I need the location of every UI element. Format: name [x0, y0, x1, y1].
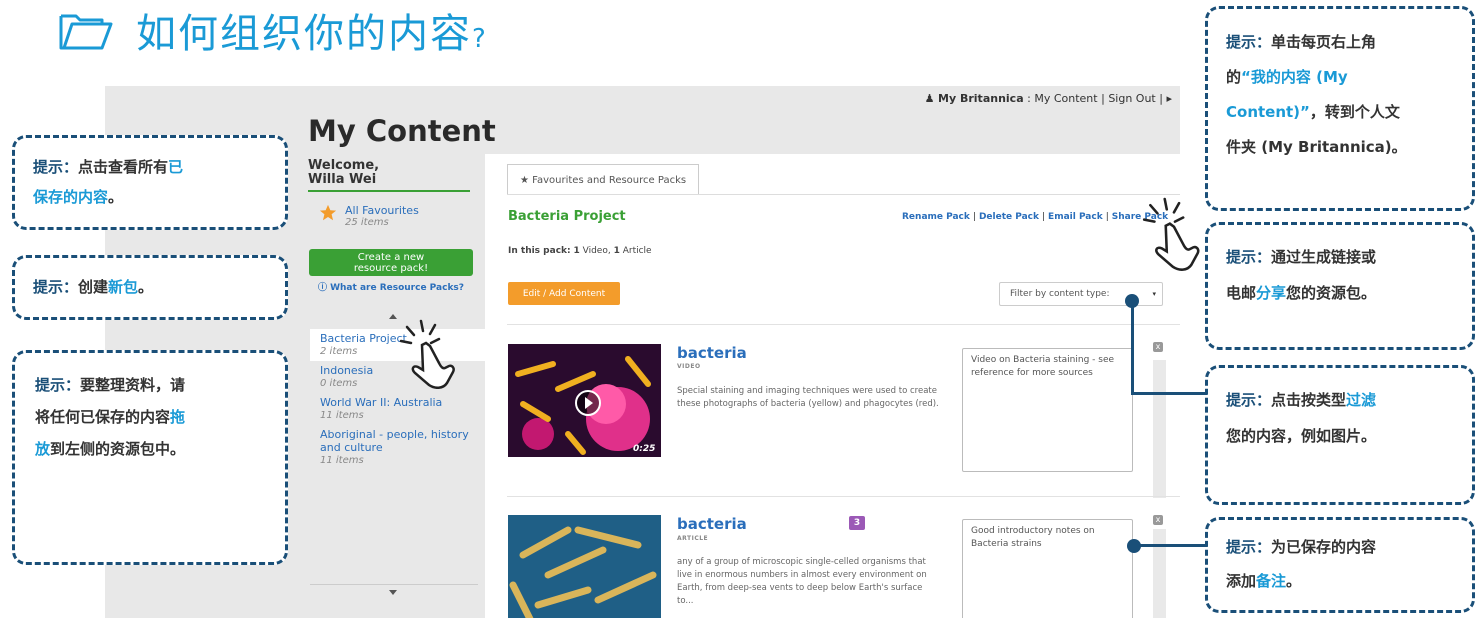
item-type-video: VIDEO: [677, 363, 701, 370]
rename-pack-link[interactable]: Rename Pack: [902, 212, 970, 222]
item-count-badge: 3: [849, 516, 865, 530]
close-icon[interactable]: x: [1153, 342, 1163, 352]
divider: [507, 496, 1180, 497]
callout-filter: 提示：点击按类型过滤 您的内容，例如图片。: [1205, 365, 1475, 505]
folder-icon: [59, 14, 113, 50]
note-field-article[interactable]: Good introductory notes on Bacteria stra…: [962, 519, 1133, 618]
note-scrollbar[interactable]: [1153, 529, 1166, 618]
callout-saved-content: 提示：点击查看所有已 保存的内容。: [12, 135, 288, 230]
my-britannica-link[interactable]: My Britannica: [938, 92, 1024, 105]
item-title-article[interactable]: bacteria: [677, 515, 747, 533]
video-duration: 0:25: [633, 444, 656, 454]
item-description-video: Special staining and imaging techniques …: [677, 386, 939, 409]
item-description-article: any of a group of microscopic single-cel…: [677, 557, 927, 606]
callout-drag-drop: 提示：要整理资料，请 将任何已保存的内容拖 放到左侧的资源包中。: [12, 350, 288, 565]
play-icon[interactable]: [575, 390, 601, 416]
welcome-message: Welcome, Willa Wei: [308, 159, 470, 192]
sign-out-link[interactable]: Sign Out: [1108, 92, 1155, 105]
callout-notes: 提示：为已保存的内容 添加备注。: [1205, 517, 1475, 613]
tab-favourites[interactable]: ★ Favourites and Resource Packs: [507, 164, 700, 195]
caret-right-icon: ▸: [1166, 92, 1172, 105]
all-favourites-link[interactable]: All Favourites: [345, 204, 419, 217]
delete-pack-link[interactable]: Delete Pack: [979, 212, 1039, 222]
connector-line: [1131, 392, 1207, 395]
pack-summary: In this pack: 1 Video, 1 Article: [508, 246, 652, 256]
scroll-down-icon[interactable]: [389, 590, 397, 595]
list-divider: [310, 584, 478, 585]
callout-create-pack: 提示：创建新包。: [12, 255, 288, 320]
hand-pointer-icon: [1142, 197, 1200, 271]
connector-line: [1140, 544, 1207, 547]
account-bar: ♟ My Britannica : My Content | Sign Out …: [924, 92, 1172, 105]
callout-my-content: 提示：单击每页右上角 的“我的内容 (My Content)”，转到个人文 件夹 (M…: [1205, 6, 1475, 211]
my-content-link[interactable]: My Content: [1034, 92, 1097, 105]
note-field-video[interactable]: Video on Bacteria staining - see referen…: [962, 348, 1133, 472]
callout-share: 提示：通过生成链接或 电邮分享您的资源包。: [1205, 222, 1475, 350]
connector-line: [1131, 301, 1134, 394]
email-pack-link[interactable]: Email Pack: [1048, 212, 1103, 222]
note-scrollbar[interactable]: [1153, 360, 1166, 498]
hand-pointer-icon: [399, 319, 455, 389]
pack-title: Bacteria Project: [508, 209, 626, 224]
chevron-down-icon: ▾: [1152, 290, 1156, 298]
pack-item-ww2[interactable]: World War II: Australia 11 items: [310, 393, 486, 425]
item-title-video[interactable]: bacteria: [677, 344, 747, 362]
page-heading: 如何组织你的内容?: [58, 0, 488, 60]
article-thumbnail[interactable]: [508, 515, 661, 618]
favourites-count: 25 items: [345, 217, 389, 228]
what-are-packs-link[interactable]: ⓘ What are Resource Packs?: [309, 280, 473, 293]
divider: [507, 324, 1180, 325]
connector-dot: [1127, 539, 1141, 553]
create-pack-button[interactable]: Create a new resource pack!: [309, 249, 473, 276]
close-icon[interactable]: x: [1153, 515, 1163, 525]
pack-item-aboriginal[interactable]: Aboriginal - people, history and culture…: [310, 425, 486, 470]
user-icon: ♟: [924, 92, 935, 105]
heading-title: 如何组织你的内容?: [136, 11, 488, 57]
content-page-title: My Content: [308, 114, 496, 148]
item-type-article: ARTICLE: [677, 535, 709, 542]
star-icon: [319, 204, 337, 221]
edit-add-content-button[interactable]: Edit / Add Content: [508, 282, 620, 305]
pack-actions: Rename Pack | Delete Pack | Email Pack | Share…: [902, 212, 1169, 222]
tab-underline: [507, 194, 1180, 195]
